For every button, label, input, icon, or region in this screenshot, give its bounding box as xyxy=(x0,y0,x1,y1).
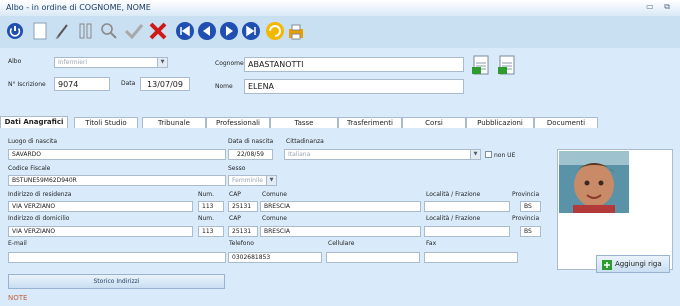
res-comune-field[interactable]: BRESCIA xyxy=(260,201,421,212)
tab-corsi[interactable]: Corsi xyxy=(402,117,466,128)
domicilio-label: Indirizzo di domicilio xyxy=(8,215,70,222)
storico-indirizzi-button[interactable]: Storico Indirizzi xyxy=(8,274,225,289)
title-bar: Albo - in ordine di COGNOME, NOME ▭ ⧉ xyxy=(0,0,680,17)
cf-field[interactable]: BSTUNE59M62D940R xyxy=(8,175,226,186)
fax-label: Fax xyxy=(426,240,437,247)
data-nascita-field[interactable]: 22/08/59 xyxy=(228,149,273,160)
tab-panel-dati-anagrafici: Luogo di nascita SAVARDO Data di nascita… xyxy=(0,128,680,306)
telefono-field[interactable]: 0302681853 xyxy=(228,252,322,263)
delete-icon[interactable] xyxy=(148,20,168,42)
luogo-label: Luogo di nascita xyxy=(8,138,58,145)
cognome-label: Cognome xyxy=(215,60,244,67)
non-ue-label: non UE xyxy=(494,152,516,159)
fax-field[interactable] xyxy=(424,252,518,263)
sesso-label: Sesso xyxy=(228,165,246,172)
cittadinanza-label: Cittadinanza xyxy=(286,138,324,145)
print-icon[interactable] xyxy=(287,20,307,42)
tab-tribunale[interactable]: Tribunale xyxy=(142,117,206,128)
chevron-down-icon[interactable]: ▼ xyxy=(157,58,167,67)
import-doc-icon[interactable] xyxy=(497,55,517,75)
first-icon[interactable] xyxy=(175,20,195,42)
cittadinanza-select[interactable]: Italiana ▼ xyxy=(284,149,481,160)
residenza-label: Indirizzo di residenza xyxy=(8,191,72,198)
chevron-down-icon[interactable]: ▼ xyxy=(470,150,480,159)
confirm-icon[interactable] xyxy=(124,20,144,42)
profile-photo[interactable] xyxy=(557,149,673,270)
localita-label: Località / Frazione xyxy=(426,191,481,198)
albo-select[interactable]: Infermieri ▼ xyxy=(54,57,168,68)
columns-icon[interactable] xyxy=(78,20,94,42)
window-title: Albo - in ordine di COGNOME, NOME xyxy=(6,3,151,12)
iscrizione-field[interactable]: 9074 xyxy=(54,77,110,91)
prev-icon[interactable] xyxy=(197,20,217,42)
aggiungi-riga-label: Aggiungi riga xyxy=(615,260,662,268)
cf-label: Codice Fiscale xyxy=(8,165,51,172)
dom-num-field[interactable]: 113 xyxy=(198,226,224,237)
num-label: Num. xyxy=(198,191,215,198)
non-ue-checkbox[interactable] xyxy=(485,151,492,158)
dom-cap-field[interactable]: 25131 xyxy=(228,226,258,237)
cap-label: CAP xyxy=(229,191,241,198)
aggiungi-riga-button[interactable]: Aggiungi riga xyxy=(596,255,670,273)
data-nascita-label: Data di nascita xyxy=(228,138,274,145)
new-icon[interactable] xyxy=(32,20,48,42)
sesso-value: Femminile xyxy=(232,177,263,184)
dom-localita-label: Località / Frazione xyxy=(426,215,481,222)
tab-tasse[interactable]: Tasse xyxy=(270,117,338,128)
note-label: NOTE xyxy=(8,294,28,302)
email-field[interactable] xyxy=(8,252,226,263)
cittadinanza-value: Italiana xyxy=(288,151,311,158)
dom-localita-field[interactable] xyxy=(424,226,510,237)
cellulare-field[interactable] xyxy=(326,252,420,263)
sesso-select[interactable]: Femminile ▼ xyxy=(228,175,277,186)
albo-label: Albo xyxy=(8,58,22,65)
last-icon[interactable] xyxy=(241,20,261,42)
dom-cap-label: CAP xyxy=(229,215,241,222)
refresh-icon[interactable] xyxy=(265,20,285,42)
data-label: Data xyxy=(121,80,136,87)
toolbar xyxy=(0,16,680,49)
app-window: Albo - in ordine di COGNOME, NOME ▭ ⧉ Al… xyxy=(0,0,680,306)
res-prov-field[interactable]: BS xyxy=(520,201,541,212)
domicilio-field[interactable]: VIA VERZIANO xyxy=(8,226,193,237)
res-cap-field[interactable]: 25131 xyxy=(228,201,258,212)
cognome-field[interactable]: ABASTANOTTI xyxy=(244,57,464,72)
iscrizione-label: N° Iscrizione xyxy=(8,81,46,88)
data-field[interactable]: 13/07/09 xyxy=(140,77,190,91)
next-icon[interactable] xyxy=(219,20,239,42)
power-icon[interactable] xyxy=(6,20,24,42)
albo-value: Infermieri xyxy=(58,59,88,66)
tab-pubblicazioni[interactable]: Pubblicazioni xyxy=(466,117,534,128)
tab-documenti[interactable]: Documenti xyxy=(534,117,598,128)
residenza-field[interactable]: VIA VERZIANO xyxy=(8,201,193,212)
res-num-field[interactable]: 113 xyxy=(198,201,224,212)
provincia-label: Provincia xyxy=(512,191,540,198)
add-row-icon xyxy=(602,260,612,270)
search-icon[interactable] xyxy=(100,20,118,42)
export-doc-icon[interactable] xyxy=(471,55,491,75)
luogo-field[interactable]: SAVARDO xyxy=(8,149,226,160)
window-controls[interactable]: ▭ ⧉ xyxy=(646,2,674,12)
nome-label: Nome xyxy=(215,83,233,90)
edit-icon[interactable] xyxy=(54,20,70,42)
tab-professionali[interactable]: Professionali xyxy=(206,117,270,128)
dom-num-label: Num. xyxy=(198,215,215,222)
record-header: Albo Infermieri ▼ N° Iscrizione 9074 Dat… xyxy=(0,48,680,116)
dom-comune-field[interactable]: BRESCIA xyxy=(260,226,421,237)
email-label: E-mail xyxy=(8,240,27,247)
tab-trasferimenti[interactable]: Trasferimenti xyxy=(338,117,402,128)
child-photo xyxy=(559,151,629,213)
res-localita-field[interactable] xyxy=(424,201,510,212)
dom-provincia-label: Provincia xyxy=(512,215,540,222)
telefono-label: Telefono xyxy=(229,240,254,247)
tab-titoli-studio[interactable]: Titoli Studio xyxy=(74,117,138,128)
dom-comune-label: Comune xyxy=(262,215,288,222)
comune-label: Comune xyxy=(262,191,288,198)
dom-prov-field[interactable]: BS xyxy=(520,226,541,237)
nome-field[interactable]: ELENA xyxy=(244,79,464,94)
cellulare-label: Cellulare xyxy=(328,240,355,247)
chevron-down-icon[interactable]: ▼ xyxy=(266,176,276,185)
